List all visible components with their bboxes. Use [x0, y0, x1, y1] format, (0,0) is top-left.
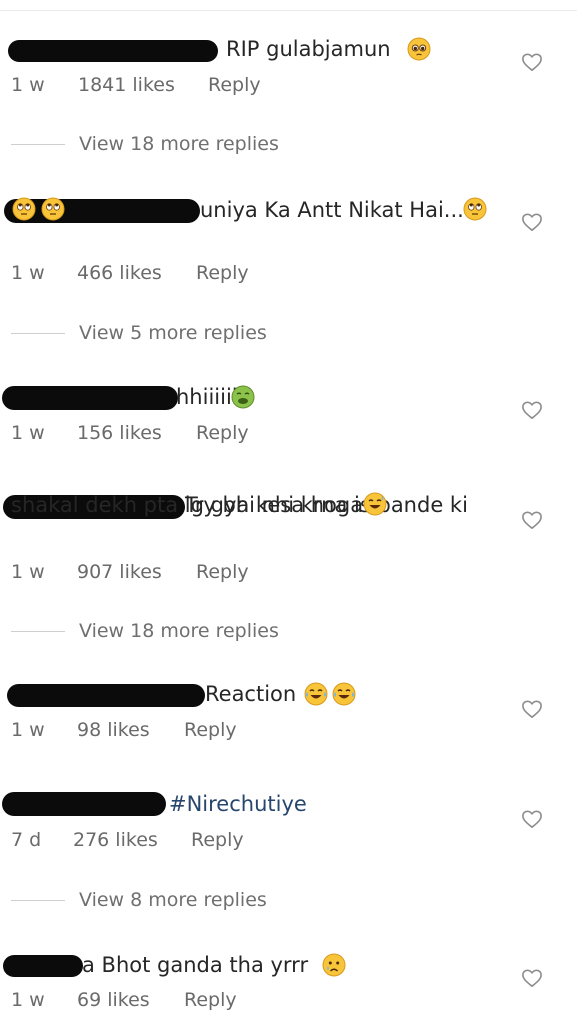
comment-likes[interactable]: 276 likes	[73, 829, 191, 851]
comment-text: shakal dekh pta lg gya kesa hoga	[11, 493, 364, 517]
comment-meta: 1 w 156 likes Reply	[11, 422, 249, 444]
like-heart-icon[interactable]	[521, 400, 543, 420]
eye-roll-face-icon	[41, 197, 65, 221]
view-replies-label: View 18 more replies	[79, 620, 279, 642]
comment-likes[interactable]: 907 likes	[77, 561, 196, 583]
replies-divider	[11, 144, 65, 145]
view-replies-label: View 5 more replies	[79, 322, 267, 344]
view-more-replies-button[interactable]: View 5 more replies	[11, 322, 267, 344]
redacted-username	[7, 684, 205, 707]
top-divider	[0, 0, 577, 11]
comment-time: 1 w	[11, 74, 45, 96]
reply-button[interactable]: Reply	[196, 262, 249, 284]
comment-time: 7 d	[11, 829, 42, 851]
replies-divider	[11, 333, 65, 334]
redacted-username	[8, 40, 218, 62]
comment-meta: 1 w 466 likes Reply	[11, 262, 249, 284]
grinning-sweat-face-icon	[363, 492, 387, 516]
comment-meta: 1 w 69 likes Reply	[11, 989, 237, 1011]
reply-button[interactable]: Reply	[191, 829, 244, 851]
view-more-replies-button[interactable]: View 18 more replies	[11, 620, 279, 642]
comment-likes[interactable]: 98 likes	[77, 719, 184, 741]
comment-time: 1 w	[11, 422, 45, 444]
tears-of-joy-face-icon	[332, 682, 356, 706]
comment-text: Reaction	[205, 682, 297, 706]
reply-button[interactable]: Reply	[196, 422, 249, 444]
view-more-replies-button[interactable]: View 8 more replies	[11, 889, 267, 911]
replies-divider	[11, 900, 65, 901]
tears-of-joy-face-icon	[304, 682, 328, 706]
comment-time: 1 w	[11, 719, 45, 741]
pleading-face-icon	[407, 37, 431, 61]
comment-time: 1 w	[11, 989, 45, 1011]
replies-divider	[11, 631, 65, 632]
reply-button[interactable]: Reply	[196, 561, 249, 583]
crying-face-icon	[322, 953, 346, 977]
like-heart-icon[interactable]	[521, 510, 543, 530]
comment-item: uniya Ka Antt Nikat Hai... 1 w 466 likes R…	[0, 195, 577, 284]
like-heart-icon[interactable]	[521, 809, 543, 829]
comment-likes[interactable]: 156 likes	[77, 422, 196, 444]
comment-meta: 1 w 98 likes Reply	[11, 719, 237, 741]
comment-meta: 7 d 276 likes Reply	[11, 829, 244, 851]
like-heart-icon[interactable]	[521, 212, 543, 232]
comment-likes[interactable]: 1841 likes	[78, 74, 208, 96]
eye-roll-face-icon	[12, 197, 36, 221]
comment-text: RIP gulabjamun	[226, 37, 391, 61]
like-heart-icon[interactable]	[521, 699, 543, 719]
like-heart-icon[interactable]	[521, 52, 543, 72]
like-heart-icon[interactable]	[521, 968, 543, 988]
view-replies-label: View 18 more replies	[79, 133, 279, 155]
reply-button[interactable]: Reply	[184, 989, 237, 1011]
comment-item: Try bhi nhi krna is bande ki shakal dekh…	[0, 490, 577, 583]
comment-time: 1 w	[11, 262, 45, 284]
reply-button[interactable]: Reply	[208, 74, 261, 96]
comment-meta: 1 w 1841 likes Reply	[11, 74, 261, 96]
comment-time: 1 w	[11, 561, 45, 583]
comment-meta: 1 w 907 likes Reply	[11, 561, 249, 583]
comment-text-line: shakal dekh pta lg gya kesa hoga	[0, 490, 577, 520]
comment-emoji-line	[0, 195, 577, 225]
view-more-replies-button[interactable]: View 18 more replies	[11, 133, 279, 155]
redacted-username	[3, 955, 83, 977]
reply-button[interactable]: Reply	[184, 719, 237, 741]
comment-text: a Bhot ganda tha yrrr	[82, 953, 309, 977]
view-replies-label: View 8 more replies	[79, 889, 267, 911]
hashtag-link[interactable]: #Nirechutiye	[169, 789, 307, 819]
comment-likes[interactable]: 466 likes	[77, 262, 196, 284]
comment-likes[interactable]: 69 likes	[77, 989, 184, 1011]
comment-text: hhiiiiii	[176, 385, 238, 409]
redacted-username	[2, 386, 178, 410]
redacted-username	[2, 792, 166, 816]
nauseated-face-icon	[231, 385, 255, 409]
